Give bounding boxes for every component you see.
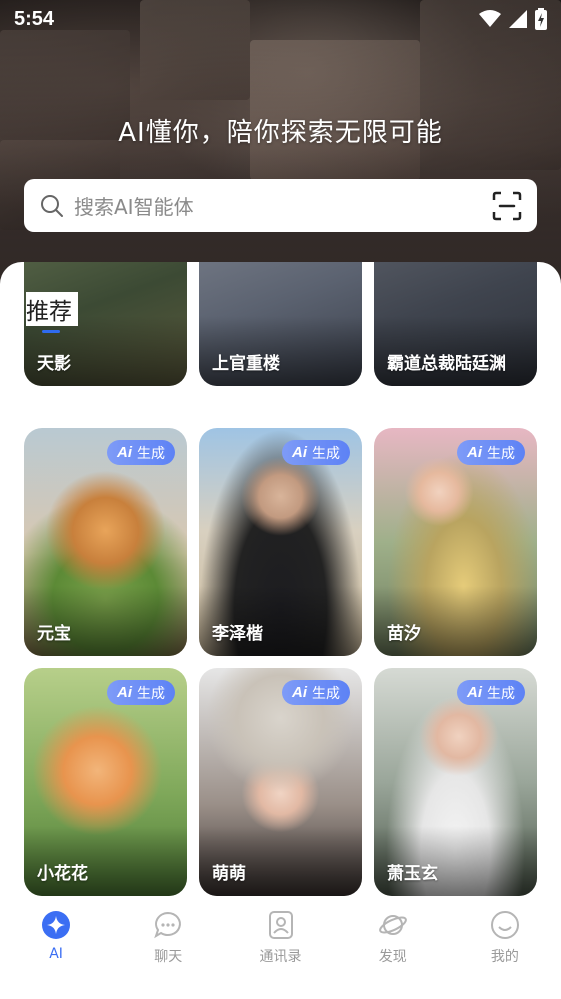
search-input[interactable]: 搜索AI智能体 xyxy=(74,191,491,220)
agent-card[interactable]: Ai 生成苗汐 xyxy=(374,428,537,656)
agent-card[interactable]: Ai 生成萌萌 xyxy=(199,668,362,896)
ai-star-icon xyxy=(42,911,71,939)
scan-icon[interactable] xyxy=(491,190,523,222)
agent-grid: 天影 上官重楼 霸道总裁陆廷渊 Ai 生成 元宝 Ai 生成 李泽楷 Ai 生成 苗汐 Ai 生成 小花花 A… xyxy=(0,262,561,898)
badge-text: 生成 xyxy=(312,685,340,702)
badge-text: 生成 xyxy=(137,685,165,702)
section-underline xyxy=(42,330,60,333)
agent-name: 霸道总裁陆廷渊 xyxy=(387,354,506,374)
chat-icon xyxy=(154,911,182,939)
badge-text: 生成 xyxy=(487,685,515,702)
tab-chat-label: 聊天 xyxy=(154,949,183,965)
badge-ai-label: Ai xyxy=(467,444,482,461)
ai-generated-badge: Ai 生成 xyxy=(107,680,175,705)
status-bar: 5:54 xyxy=(0,0,561,38)
agent-name: 小花花 xyxy=(37,864,88,884)
tab-ai[interactable]: AI xyxy=(0,898,112,999)
profile-smile-icon xyxy=(490,911,519,939)
agent-card[interactable]: Ai 生成元宝 xyxy=(24,428,187,656)
agent-card[interactable]: 霸道总裁陆廷渊 xyxy=(374,262,537,386)
badge-text: 生成 xyxy=(487,445,515,462)
battery-charging-icon xyxy=(535,8,547,30)
agent-name: 元宝 xyxy=(37,624,71,644)
recommend-panel: 天影 上官重楼 霸道总裁陆廷渊 Ai 生成 元宝 Ai 生成 李泽楷 Ai 生成 苗汐 Ai 生成 小花花 A… xyxy=(0,262,561,898)
ai-generated-badge: Ai 生成 xyxy=(282,680,350,705)
agent-card[interactable]: 上官重楼 xyxy=(199,262,362,386)
status-icons xyxy=(479,8,547,30)
agent-name: 上官重楼 xyxy=(212,354,280,374)
tab-profile[interactable]: 我的 xyxy=(449,898,561,999)
agent-name: 萧玉玄 xyxy=(387,864,438,884)
badge-text: 生成 xyxy=(137,445,165,462)
discover-planet-icon xyxy=(378,915,407,935)
agent-card[interactable]: Ai 生成小花花 xyxy=(24,668,187,896)
badge-ai-label: Ai xyxy=(292,684,307,701)
hero-title: AI懂你，陪你探索无限可能 xyxy=(118,118,443,148)
agent-card[interactable]: Ai 生成萧玉玄 xyxy=(374,668,537,896)
search-icon xyxy=(41,194,63,217)
bottom-tab-bar: AI 聊天 通讯录 发现 我的 xyxy=(0,897,561,999)
tab-contacts[interactable]: 通讯录 xyxy=(224,898,336,999)
badge-ai-label: Ai xyxy=(292,444,307,461)
ai-generated-badge: Ai 生成 xyxy=(282,440,350,465)
wifi-icon xyxy=(479,10,501,27)
ai-generated-badge: Ai 生成 xyxy=(107,440,175,465)
badge-ai-label: Ai xyxy=(467,684,482,701)
tab-discover[interactable]: 发现 xyxy=(337,898,449,999)
tab-contacts-label: 通讯录 xyxy=(259,949,302,965)
tab-ai-label: AI xyxy=(49,946,63,962)
ai-generated-badge: Ai 生成 xyxy=(457,680,525,705)
agent-name: 苗汐 xyxy=(387,624,421,644)
agent-name: 天影 xyxy=(37,354,71,374)
tab-discover-label: 发现 xyxy=(378,949,407,965)
tab-chat[interactable]: 聊天 xyxy=(112,898,224,999)
tab-profile-label: 我的 xyxy=(490,949,519,965)
badge-ai-label: Ai xyxy=(117,444,132,461)
cell-signal-icon xyxy=(509,10,527,28)
badge-text: 生成 xyxy=(312,445,340,462)
ai-generated-badge: Ai 生成 xyxy=(457,440,525,465)
status-time: 5:54 xyxy=(14,7,55,30)
search-bar[interactable]: 搜索AI智能体 xyxy=(24,179,537,232)
badge-ai-label: Ai xyxy=(117,684,132,701)
agent-name: 李泽楷 xyxy=(212,624,263,644)
section-title: 推荐 xyxy=(26,292,78,326)
agent-name: 萌萌 xyxy=(212,864,246,884)
agent-card[interactable]: Ai 生成李泽楷 xyxy=(199,428,362,656)
contacts-icon xyxy=(268,911,293,939)
